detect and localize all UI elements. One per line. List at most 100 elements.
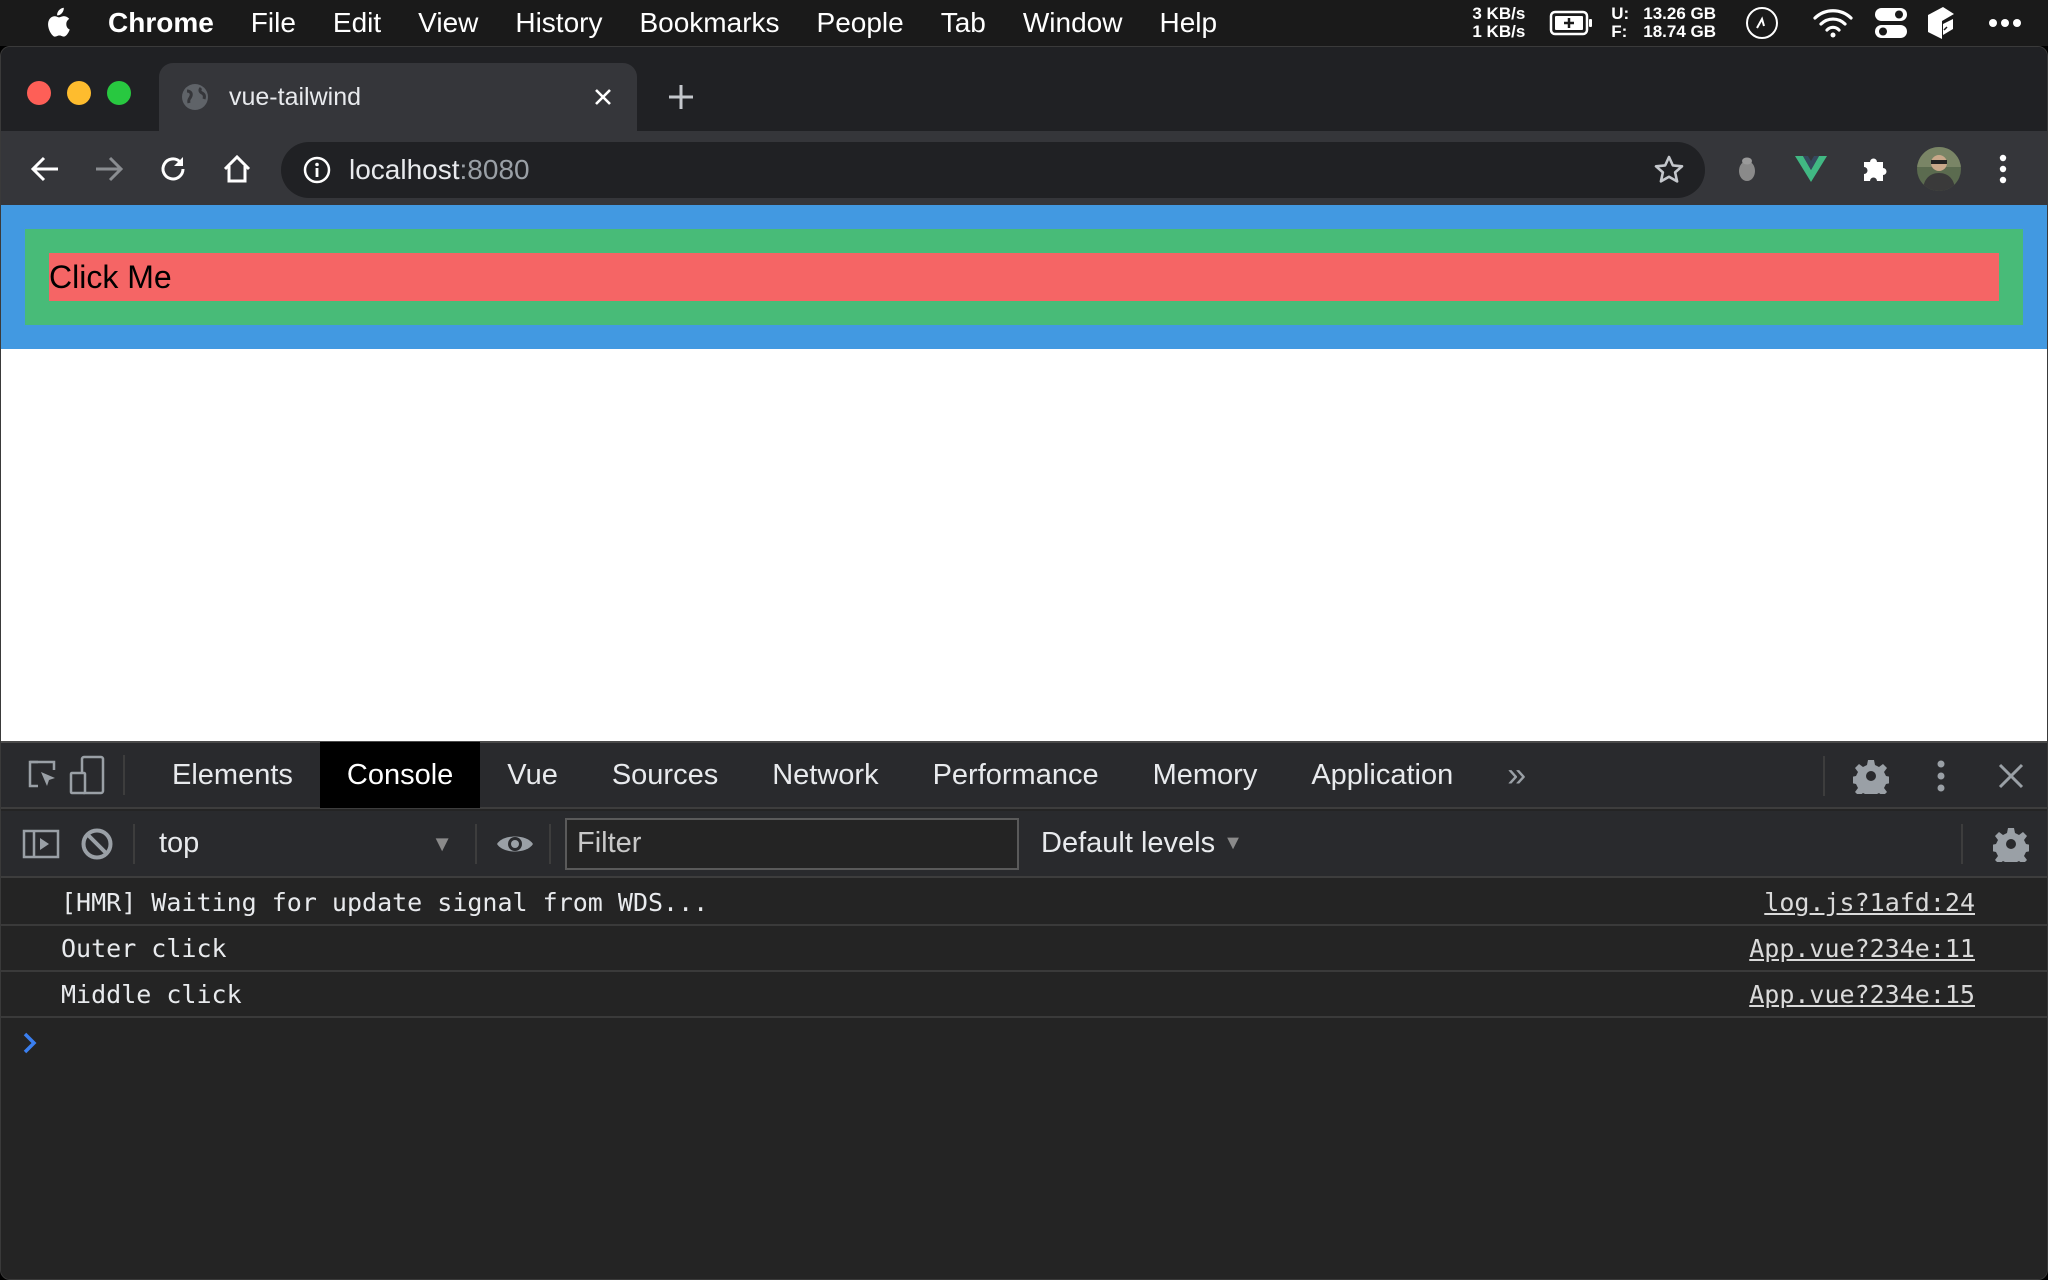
devtools-tab-elements[interactable]: Elements xyxy=(145,742,320,808)
divider xyxy=(123,755,125,795)
tab-close-icon[interactable] xyxy=(583,77,623,117)
site-info-icon[interactable] xyxy=(303,156,331,184)
wifi-icon[interactable] xyxy=(1812,8,1854,38)
tab-strip: vue-tailwind xyxy=(1,47,2047,131)
log-source-link[interactable]: log.js?1afd:24 xyxy=(1764,888,1975,917)
more-icon[interactable] xyxy=(1988,18,2022,28)
live-expression-eye-icon[interactable] xyxy=(493,822,537,866)
menu-file[interactable]: File xyxy=(251,7,296,39)
log-message: [HMR] Waiting for update signal from WDS… xyxy=(61,887,709,917)
browser-window: vue-tailwind localhost:8080 Click Me Ele… xyxy=(0,46,2048,1280)
browser-toolbar: localhost:8080 xyxy=(1,131,2047,205)
mem-free-label: F: xyxy=(1611,22,1628,41)
mem-used-value: 13.26 GB xyxy=(1643,4,1716,23)
url-text[interactable]: localhost:8080 xyxy=(349,154,530,186)
menubar-status-area: 3 KB/s 1 KB/s U: F: 13.26 GB 18.74 GB xyxy=(1472,0,2048,46)
url-host: localhost xyxy=(349,154,460,185)
app-tray-icon[interactable] xyxy=(1926,6,1956,40)
chrome-menu-icon[interactable] xyxy=(1981,147,2025,191)
bug-extension-icon[interactable] xyxy=(1725,147,1769,191)
menu-people[interactable]: People xyxy=(817,7,904,39)
bookmark-star-icon[interactable] xyxy=(1653,154,1685,186)
page-viewport: Click Me xyxy=(1,205,2047,741)
globe-icon xyxy=(181,83,209,111)
console-log-row: Middle click App.vue?234e:15 xyxy=(1,972,2047,1018)
macos-menu-bar: Chrome File Edit View History Bookmarks … xyxy=(0,0,2048,46)
network-down: 1 KB/s xyxy=(1472,22,1526,41)
devtools-tab-network[interactable]: Network xyxy=(745,742,905,808)
devtools-tab-performance[interactable]: Performance xyxy=(906,742,1126,808)
clock-icon[interactable] xyxy=(1744,5,1780,41)
forward-icon[interactable] xyxy=(87,147,131,191)
home-icon[interactable] xyxy=(215,147,259,191)
devtools-tab-sources[interactable]: Sources xyxy=(585,742,745,808)
minimize-window-button[interactable] xyxy=(67,81,91,105)
apple-logo-icon[interactable] xyxy=(40,6,74,40)
mem-used-label: U: xyxy=(1611,4,1630,23)
control-center-icon[interactable] xyxy=(1874,7,1908,39)
battery-icon[interactable] xyxy=(1549,10,1595,36)
devtools-tab-bar: Elements Console Vue Sources Network Per… xyxy=(1,742,2047,809)
tab-title: vue-tailwind xyxy=(229,82,362,111)
log-message: Outer click xyxy=(61,933,227,963)
devtools-panel: Elements Console Vue Sources Network Per… xyxy=(1,741,2047,1279)
console-prompt-chevron-icon[interactable] xyxy=(23,1032,39,1054)
divider xyxy=(475,823,477,864)
device-toolbar-icon[interactable] xyxy=(65,753,109,797)
address-bar[interactable]: localhost:8080 xyxy=(281,142,1705,198)
network-up: 3 KB/s xyxy=(1472,4,1526,23)
devtools-tab-memory[interactable]: Memory xyxy=(1126,742,1285,808)
context-value: top xyxy=(159,827,200,859)
click-me-button[interactable]: Click Me xyxy=(49,253,1999,301)
log-source-link[interactable]: App.vue?234e:15 xyxy=(1749,980,1975,1009)
network-speed[interactable]: 3 KB/s 1 KB/s xyxy=(1472,5,1525,41)
console-log-row: Outer click App.vue?234e:11 xyxy=(1,926,2047,972)
memory-stats[interactable]: U: F: 13.26 GB 18.74 GB xyxy=(1611,5,1716,41)
devtools-tab-console[interactable]: Console xyxy=(319,742,481,808)
mem-free-value: 18.74 GB xyxy=(1643,22,1716,41)
devtools-tab-vue[interactable]: Vue xyxy=(480,742,585,808)
menu-edit[interactable]: Edit xyxy=(333,7,381,39)
menu-view[interactable]: View xyxy=(418,7,478,39)
new-tab-icon[interactable] xyxy=(661,77,701,117)
back-icon[interactable] xyxy=(23,147,67,191)
url-port: :8080 xyxy=(459,154,530,185)
profile-avatar[interactable] xyxy=(1917,147,1961,191)
menu-bookmarks[interactable]: Bookmarks xyxy=(639,7,779,39)
console-log-row: [HMR] Waiting for update signal from WDS… xyxy=(1,880,2047,926)
outer-container[interactable]: Click Me xyxy=(1,205,2047,349)
menu-app-chrome[interactable]: Chrome xyxy=(108,7,214,39)
more-tabs-icon[interactable]: » xyxy=(1480,742,1553,808)
context-selector[interactable]: top ▼ xyxy=(135,819,475,869)
devtools-tab-application[interactable]: Application xyxy=(1284,742,1480,808)
divider xyxy=(1961,823,1963,864)
console-settings-gear-icon[interactable] xyxy=(1989,822,2033,866)
settings-gear-icon[interactable] xyxy=(1849,754,1893,798)
log-levels-label: Default levels xyxy=(1041,827,1216,859)
inspect-element-icon[interactable] xyxy=(21,753,65,797)
menu-history[interactable]: History xyxy=(515,7,602,39)
console-output: [HMR] Waiting for update signal from WDS… xyxy=(1,880,2047,1054)
devtools-menu-icon[interactable] xyxy=(1919,754,1963,798)
log-source-link[interactable]: App.vue?234e:11 xyxy=(1749,934,1975,963)
clear-console-icon[interactable] xyxy=(75,822,119,866)
reload-icon[interactable] xyxy=(151,147,195,191)
extensions-puzzle-icon[interactable] xyxy=(1853,147,1897,191)
show-sidebar-icon[interactable] xyxy=(19,822,63,866)
console-toolbar: top ▼ Default levels ▼ xyxy=(1,811,2047,878)
close-devtools-icon[interactable] xyxy=(1989,754,2033,798)
menu-help[interactable]: Help xyxy=(1159,7,1217,39)
vue-devtools-icon[interactable] xyxy=(1789,147,1833,191)
devtools-actions xyxy=(1823,743,2047,809)
dropdown-arrow-icon: ▼ xyxy=(1223,832,1243,854)
middle-container[interactable]: Click Me xyxy=(25,229,2023,325)
browser-tab-active[interactable]: vue-tailwind xyxy=(159,63,637,131)
menu-window[interactable]: Window xyxy=(1023,7,1123,39)
log-levels-dropdown[interactable]: Default levels ▼ xyxy=(1041,827,1243,860)
close-window-button[interactable] xyxy=(27,81,51,105)
menu-tab[interactable]: Tab xyxy=(941,7,986,39)
divider xyxy=(549,823,551,864)
console-filter-input[interactable] xyxy=(565,817,1019,870)
maximize-window-button[interactable] xyxy=(107,81,131,105)
log-message: Middle click xyxy=(61,979,242,1009)
